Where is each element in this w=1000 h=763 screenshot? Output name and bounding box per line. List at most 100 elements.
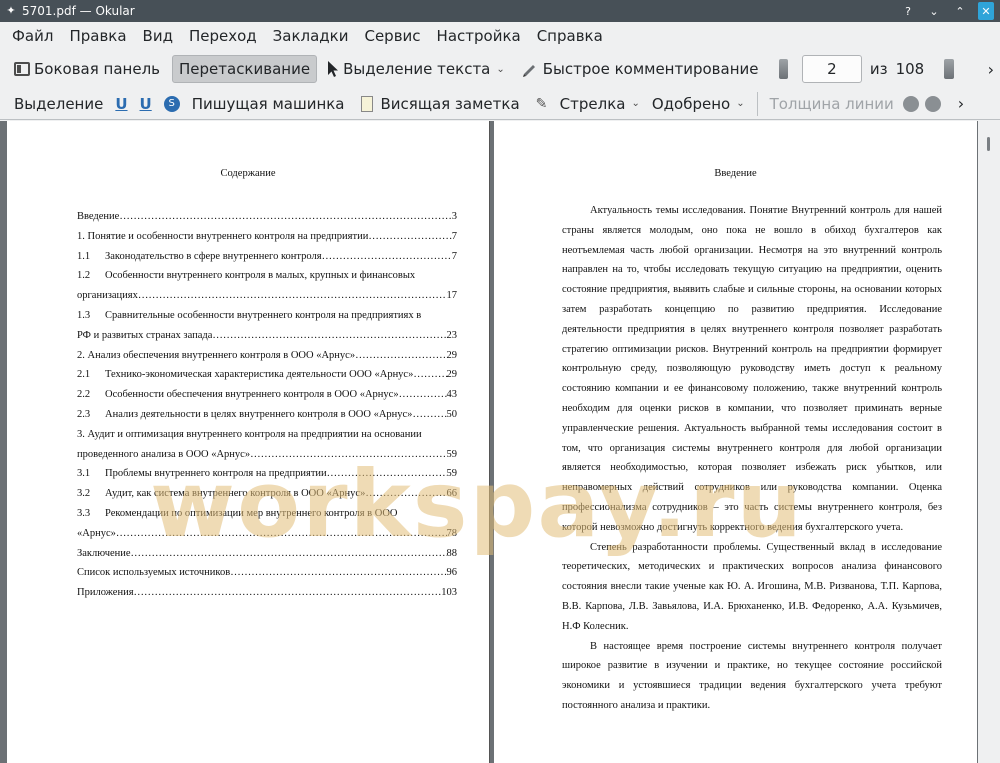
- toc-row: Список используемых источников……………………………: [77, 563, 457, 583]
- opacity-icon[interactable]: [924, 95, 941, 112]
- toc-page: 50: [446, 408, 458, 420]
- scrollbar-thumb[interactable]: [987, 137, 990, 151]
- toc-leader: …………………………………………………………………………………………………: [355, 349, 447, 361]
- highlight-label: Выделение: [14, 94, 104, 113]
- toc-page: 43: [446, 389, 458, 401]
- text-select-label: Выделение текста: [343, 60, 491, 78]
- toc-leader: …………………………………………………………………………………………………: [130, 547, 447, 559]
- menu-go[interactable]: Переход: [181, 23, 265, 49]
- arrow-button[interactable]: Стрелка ⌄: [558, 90, 646, 118]
- toc-page: 88: [446, 547, 458, 559]
- chevron-down-icon[interactable]: ⌄: [496, 64, 504, 75]
- underline-icon[interactable]: U: [115, 95, 127, 113]
- toc-text: Приложения: [77, 587, 134, 599]
- popup-note-label: Висящая заметка: [380, 94, 520, 113]
- toc-page: 7: [451, 250, 457, 262]
- toc-leader: …………………………………………………………………………………………………: [412, 408, 446, 420]
- quick-annotate-button[interactable]: Быстрое комментирование: [515, 55, 765, 83]
- toc-text: Сравнительные особенности внутреннего ко…: [105, 309, 422, 321]
- toc-row: 2.3 Анализ деятельности в целях внутренне…: [77, 405, 457, 425]
- toc-leader: …………………………………………………………………………………………………: [115, 527, 447, 539]
- popup-note-button[interactable]: Висящая заметка: [379, 90, 526, 118]
- strikeout-icon[interactable]: S: [163, 95, 180, 112]
- menu-view[interactable]: Вид: [135, 23, 181, 49]
- toc-row: 1.2 Особенности внутреннего контроля в ма…: [77, 266, 457, 286]
- color-icon[interactable]: [902, 95, 919, 112]
- page-of-label: из: [869, 60, 888, 78]
- toc-leader: …………………………………………………………………………………………………: [250, 448, 446, 460]
- maximize-icon[interactable]: ⌃: [952, 2, 968, 20]
- toc-leader: …………………………………………………………………………………………………: [413, 369, 446, 381]
- document-viewer[interactable]: Содержание Введение …………………………………………………………: [0, 121, 1000, 763]
- toc-text: организациях: [77, 290, 138, 302]
- previous-page-icon[interactable]: [778, 59, 788, 79]
- toc-leader: …………………………………………………………………………………………………: [321, 250, 452, 262]
- table-of-contents: Введение ………………………………………………………………………………………: [77, 207, 457, 603]
- toc-page: 59: [446, 468, 458, 480]
- line-width-button[interactable]: Толщина линии: [764, 90, 900, 118]
- chevron-down-icon[interactable]: ⌄: [631, 98, 639, 109]
- page-total: 108: [895, 60, 925, 78]
- toc-leader: …………………………………………………………………………………………………: [212, 329, 446, 341]
- toc-leader: …………………………………………………………………………………………………: [368, 230, 452, 242]
- toolbar-separator: [756, 91, 758, 116]
- toc-page: 29: [446, 369, 458, 381]
- minimize-icon[interactable]: ⌄: [926, 2, 942, 20]
- quick-annotate-label: Быстрое комментирование: [542, 60, 759, 78]
- toc-leader: …………………………………………………………………………………………………: [365, 488, 446, 500]
- toc-page: 78: [446, 527, 458, 539]
- side-panel-icon: [14, 62, 30, 76]
- side-panel-button[interactable]: Боковая панель: [8, 55, 166, 83]
- page-number-input[interactable]: 2: [801, 55, 862, 83]
- toc-text: Аудит, как система внутреннего контроля …: [105, 488, 366, 500]
- toc-row: 3.2 Аудит, как система внутреннего контро…: [77, 484, 457, 504]
- toc-row: «Арнус»…………………………………………………………………………………………: [77, 524, 457, 544]
- help-icon[interactable]: ?: [900, 2, 916, 20]
- toc-number: 1.1: [77, 250, 91, 262]
- window-title: 5701.pdf — Okular: [22, 4, 135, 18]
- next-page-icon[interactable]: [944, 59, 954, 79]
- toc-text: Технико-экономическая характеристика дея…: [105, 369, 414, 381]
- toc-text: Список используемых источников: [77, 567, 231, 579]
- vertical-scrollbar[interactable]: [978, 121, 1000, 763]
- toc-row: 1. Понятие и особенности внутреннего кон…: [77, 227, 457, 247]
- menu-settings[interactable]: Настройка: [429, 23, 529, 49]
- squiggle-underline-icon[interactable]: U: [140, 95, 152, 113]
- text-select-button[interactable]: Выделение текста ⌄: [321, 55, 511, 83]
- toc-row: 2. Анализ обеспечения внутреннего контро…: [77, 346, 457, 366]
- toc-page: 23: [446, 329, 458, 341]
- menu-bar: Файл Правка Вид Переход Закладки Сервис …: [0, 22, 1000, 50]
- paragraph: Актуальность темы исследования. Понятие …: [562, 205, 942, 533]
- stamp-button[interactable]: Одобрено ⌄: [646, 90, 751, 118]
- menu-tools[interactable]: Сервис: [356, 23, 428, 49]
- typewriter-label: Пишущая машинка: [191, 94, 345, 113]
- toc-text: Рекомендации по оптимизации мер внутренн…: [105, 507, 398, 519]
- close-icon[interactable]: ✕: [978, 2, 994, 20]
- stamp-label: Одобрено: [651, 94, 731, 113]
- paragraph: Степень разработанности проблемы. Сущест…: [562, 541, 942, 632]
- toc-row: Заключение…………………………………………………………………………………: [77, 544, 457, 564]
- drag-tool-button[interactable]: Перетаскивание: [172, 55, 318, 83]
- intro-title: Введение: [714, 168, 757, 179]
- highlight-button[interactable]: Выделение: [8, 90, 109, 118]
- toc-row: 1.3 Сравнительные особенности внутреннего…: [77, 306, 457, 326]
- toc-number: 2.3: [77, 408, 91, 420]
- toolbar-overflow-icon[interactable]: ›: [982, 60, 1000, 79]
- toc-text: Законодательство в сфере внутреннего кон…: [105, 250, 322, 262]
- line-width-label: Толщина линии: [769, 94, 894, 113]
- toc-number: 3.3: [77, 507, 91, 519]
- typewriter-button[interactable]: Пишущая машинка: [186, 90, 351, 118]
- menu-bookmarks[interactable]: Закладки: [265, 23, 357, 49]
- toc-title: Содержание: [220, 168, 276, 179]
- toolbar-overflow-icon[interactable]: ›: [952, 94, 970, 113]
- chevron-down-icon[interactable]: ⌄: [736, 98, 744, 109]
- toc-page: 96: [446, 567, 458, 579]
- toc-text: Анализ деятельности в целях внутреннего …: [105, 408, 413, 420]
- menu-file[interactable]: Файл: [4, 23, 61, 49]
- menu-help[interactable]: Справка: [529, 23, 611, 49]
- toc-row: организациях……………………………………………………………………………: [77, 286, 457, 306]
- menu-edit[interactable]: Правка: [61, 23, 134, 49]
- toc-page: 7: [451, 230, 457, 242]
- toc-text: Введение: [77, 211, 120, 222]
- toc-text: 3. Аудит и оптимизация внутреннего контр…: [77, 428, 422, 440]
